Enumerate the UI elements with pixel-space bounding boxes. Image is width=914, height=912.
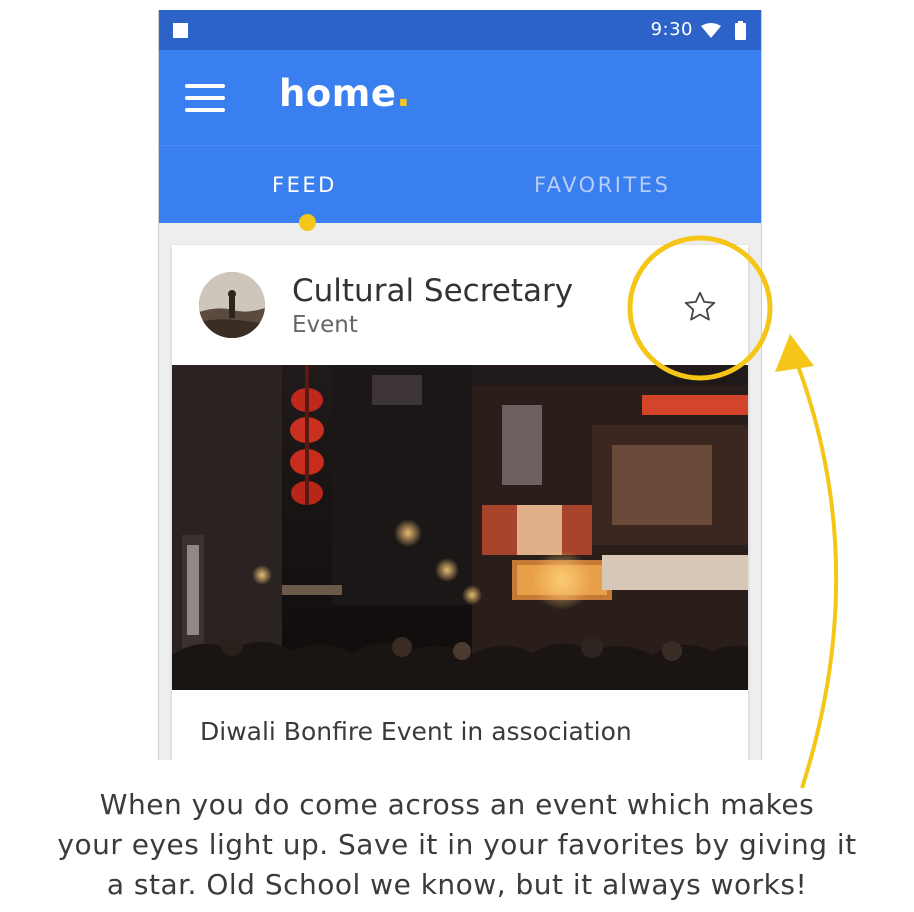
- caption-line: a star. Old School we know, but it alway…: [106, 868, 808, 901]
- event-photo: [172, 365, 748, 690]
- card-description: Diwali Bonfire Event in association: [200, 717, 632, 746]
- tab-bar: FEED FAVORITES: [159, 145, 761, 223]
- event-image: [172, 365, 748, 690]
- app-title: home.: [279, 72, 411, 115]
- phone-screen: 9:30 home. FEED FAVORITES Cultural Secre…: [158, 10, 762, 760]
- avatar-image: [199, 272, 265, 338]
- app-title-dot: .: [396, 72, 411, 115]
- card-subtitle: Event: [292, 312, 358, 338]
- tab-feed[interactable]: FEED: [272, 173, 337, 197]
- caption: When you do come across an event which m…: [0, 785, 914, 905]
- caption-line: When you do come across an event which m…: [99, 788, 815, 821]
- event-card[interactable]: Cultural Secretary Event Diwali Bonfire …: [172, 245, 748, 760]
- arrow-head-icon: [775, 334, 814, 372]
- star-favorite-icon[interactable]: [682, 289, 718, 325]
- wifi-icon: [701, 23, 721, 38]
- status-bar: 9:30: [159, 10, 761, 50]
- tab-favorites[interactable]: FAVORITES: [534, 173, 670, 197]
- hamburger-menu-icon[interactable]: [185, 84, 225, 114]
- caption-line: your eyes light up. Save it in your favo…: [57, 828, 857, 861]
- app-bar: home.: [159, 50, 761, 145]
- active-tab-indicator: [299, 214, 316, 231]
- avatar: [199, 272, 265, 338]
- app-title-text: home: [279, 72, 397, 115]
- notification-square-icon: [173, 23, 188, 38]
- card-title: Cultural Secretary: [292, 273, 574, 309]
- status-time: 9:30: [650, 19, 693, 40]
- annotation-arrow: [790, 349, 839, 789]
- battery-icon: [735, 21, 746, 40]
